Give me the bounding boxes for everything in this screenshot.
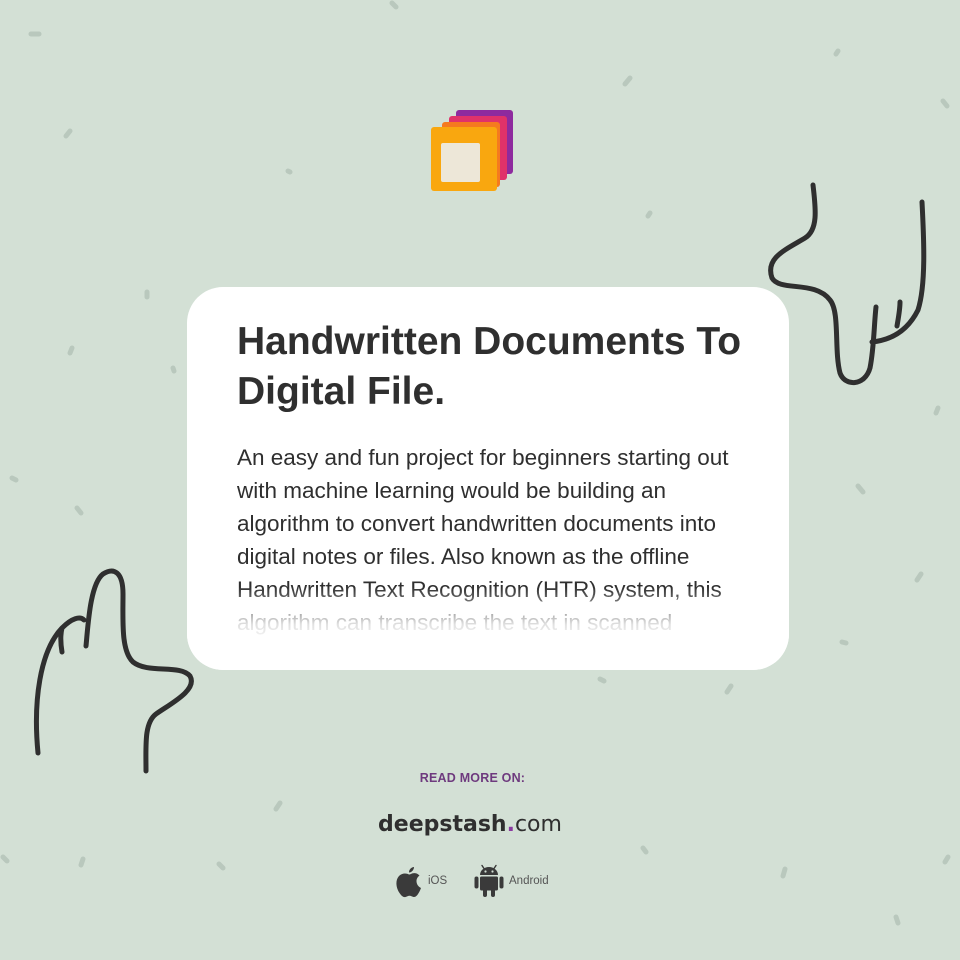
brand-name: deepstash: [378, 812, 507, 837]
read-more-label: READ MORE ON:: [419, 771, 526, 785]
android-icon: [474, 864, 504, 897]
ios-label: iOS: [428, 875, 448, 887]
brand-dot: .: [506, 812, 515, 837]
deepstash-logo-icon: [431, 110, 513, 191]
android-store-link[interactable]: Android: [473, 862, 549, 900]
card-text-fade: [187, 587, 789, 670]
hand-doodle-left-icon: [34, 568, 194, 774]
logo-inner-square: [441, 143, 480, 182]
content-card: Handwritten Documents To Digital File. A…: [187, 287, 789, 670]
brand-tld: com: [514, 812, 562, 837]
ios-store-link[interactable]: iOS: [394, 862, 447, 900]
android-label: Android: [509, 875, 549, 887]
brand-link[interactable]: deepstash.com: [0, 812, 940, 837]
apple-icon: [396, 867, 421, 898]
card-title: Handwritten Documents To Digital File.: [237, 320, 742, 413]
